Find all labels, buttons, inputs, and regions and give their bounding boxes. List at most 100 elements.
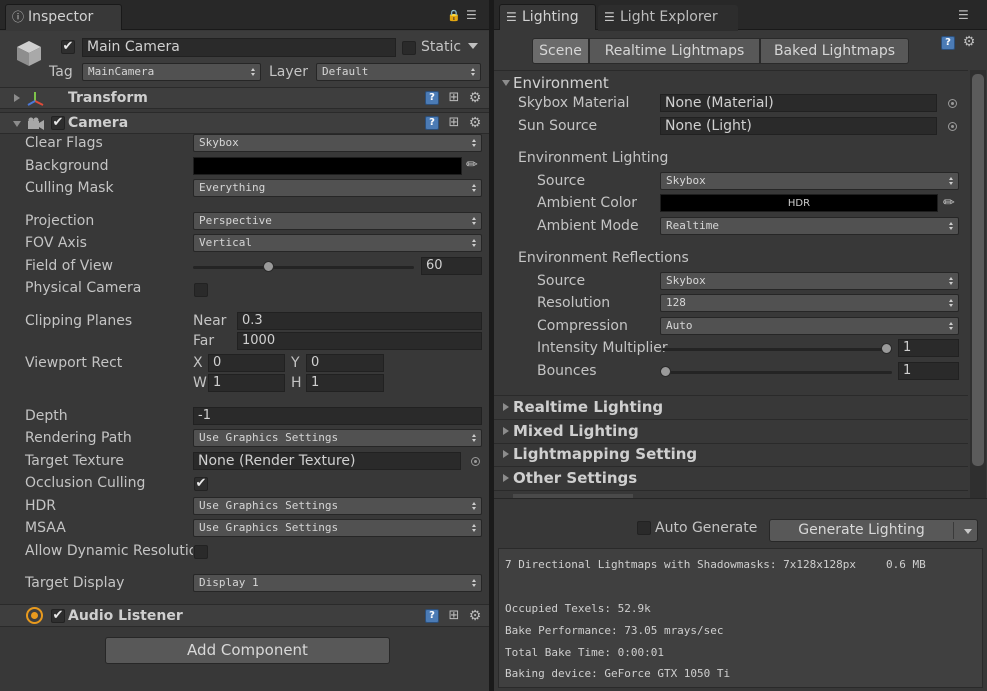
culling-mask-dropdown[interactable]: Everything <box>193 179 482 197</box>
bounces-slider-handle[interactable] <box>660 366 671 377</box>
viewport-rect-label: Viewport Rect <box>25 355 123 371</box>
far-field[interactable]: 1000 <box>237 332 482 350</box>
panel-menu-icon[interactable]: ☰ <box>958 8 969 22</box>
generate-lighting-button[interactable]: Generate Lighting <box>769 519 978 542</box>
preset-sliders-icon[interactable]: ⊞ <box>447 609 461 623</box>
mixed-lighting-foldout-icon[interactable] <box>503 427 509 435</box>
mixed-lighting-title[interactable]: Mixed Lighting <box>513 421 639 441</box>
rendering-path-label: Rendering Path <box>25 430 132 446</box>
gear-icon[interactable]: ⚙ <box>962 35 976 49</box>
layer-dropdown[interactable]: Default <box>316 63 481 81</box>
msaa-dropdown[interactable]: Use Graphics Settings <box>193 519 482 537</box>
viewport-w-label: W <box>193 375 207 391</box>
near-field[interactable]: 0.3 <box>237 312 482 330</box>
intensity-slider-track[interactable] <box>662 348 892 351</box>
generate-lighting-label: Generate Lighting <box>798 522 925 538</box>
tag-dropdown[interactable]: MainCamera <box>82 63 261 81</box>
panel-menu-icon[interactable]: ☰ <box>466 8 477 22</box>
generate-lighting-dropdown-icon[interactable] <box>964 529 972 534</box>
camera-foldout-icon[interactable] <box>13 121 21 127</box>
camera-header[interactable]: ✔ Camera ? ⊞ ⚙ <box>0 112 489 134</box>
layer-label: Layer <box>269 64 309 80</box>
audio-listener-header[interactable]: ✔ Audio Listener ? ⊞ ⚙ <box>0 604 489 627</box>
fov-axis-dropdown[interactable]: Vertical <box>193 234 482 252</box>
occlusion-culling-checkbox[interactable]: ✔ <box>194 477 208 491</box>
auto-generate-checkbox[interactable] <box>637 521 651 535</box>
fov-slider-handle[interactable] <box>263 261 274 272</box>
preset-sliders-icon[interactable]: ⊞ <box>447 116 461 130</box>
lock-icon[interactable]: 🔒 <box>447 9 461 22</box>
camera-enabled-checkbox[interactable]: ✔ <box>51 116 65 130</box>
bounces-slider-track[interactable] <box>662 371 892 374</box>
gear-icon[interactable]: ⚙ <box>468 609 482 623</box>
total-bake-time: Total Bake Time: 0:00:01 <box>505 646 664 659</box>
tab-light-explorer[interactable]: ☰ Light Explorer <box>598 5 738 31</box>
fov-value-field[interactable]: 60 <box>421 257 482 275</box>
segment-scene[interactable]: Scene <box>532 38 589 64</box>
allow-dynamic-resolution-checkbox[interactable] <box>194 545 208 559</box>
transform-foldout-icon[interactable] <box>14 94 20 102</box>
depth-field[interactable]: -1 <box>193 407 482 425</box>
fov-slider-track[interactable] <box>193 266 414 269</box>
target-texture-field[interactable]: None (Render Texture) <box>193 452 461 470</box>
ambient-color-field[interactable]: HDR <box>660 194 938 212</box>
resolution-dropdown[interactable]: 128 <box>660 294 959 312</box>
intensity-value-field[interactable]: 1 <box>898 339 959 357</box>
target-display-dropdown[interactable]: Display 1 <box>193 574 482 592</box>
projection-dropdown[interactable]: Perspective <box>193 212 482 230</box>
object-picker-icon[interactable] <box>948 99 957 108</box>
gear-icon[interactable]: ⚙ <box>468 116 482 130</box>
environment-foldout-icon[interactable] <box>502 80 510 86</box>
env-source-dropdown[interactable]: Skybox <box>660 172 959 190</box>
transform-title: Transform <box>68 90 148 106</box>
tab-lighting[interactable]: ☰ Lighting <box>499 4 596 30</box>
tab-inspector[interactable]: ⓘ Inspector <box>5 4 122 30</box>
intensity-slider-handle[interactable] <box>881 343 892 354</box>
realtime-lighting-title[interactable]: Realtime Lighting <box>513 397 663 417</box>
viewport-x-field[interactable]: 0 <box>208 354 285 372</box>
sun-source-field[interactable]: None (Light) <box>660 117 937 135</box>
ambient-mode-dropdown[interactable]: Realtime <box>660 217 959 235</box>
eyedropper-icon[interactable]: ✏ <box>943 195 955 211</box>
gameobject-cube-icon <box>17 41 41 66</box>
realtime-lighting-foldout-icon[interactable] <box>503 403 509 411</box>
object-active-checkbox[interactable]: ✔ <box>61 40 75 54</box>
skybox-material-field[interactable]: None (Material) <box>660 94 937 112</box>
background-color-field[interactable] <box>193 157 462 175</box>
static-checkbox[interactable] <box>402 41 416 55</box>
help-icon[interactable]: ? <box>425 116 439 130</box>
segment-realtime-lightmaps[interactable]: Realtime Lightmaps <box>589 38 760 64</box>
clear-flags-dropdown[interactable]: Skybox <box>193 134 482 152</box>
lightmapping-settings-title[interactable]: Lightmapping Setting <box>513 444 697 464</box>
scrollbar-thumb[interactable] <box>972 74 984 466</box>
gear-icon[interactable]: ⚙ <box>468 91 482 105</box>
refl-source-dropdown[interactable]: Skybox <box>660 272 959 290</box>
add-component-button[interactable]: Add Component <box>105 637 390 664</box>
camera-icon <box>28 117 44 130</box>
rendering-path-dropdown[interactable]: Use Graphics Settings <box>193 429 482 447</box>
static-dropdown-icon[interactable] <box>468 43 478 49</box>
physical-camera-checkbox[interactable] <box>194 283 208 297</box>
help-icon[interactable]: ? <box>425 91 439 105</box>
help-icon[interactable]: ? <box>941 36 955 50</box>
sun-source-label: Sun Source <box>518 118 598 134</box>
lightmapping-settings-foldout-icon[interactable] <box>503 450 509 458</box>
segment-baked-lightmaps[interactable]: Baked Lightmaps <box>760 38 909 64</box>
hdr-dropdown[interactable]: Use Graphics Settings <box>193 497 482 515</box>
eyedropper-icon[interactable]: ✏ <box>466 157 478 173</box>
help-icon[interactable]: ? <box>425 609 439 623</box>
compression-dropdown[interactable]: Auto <box>660 317 959 335</box>
object-picker-icon[interactable] <box>948 122 957 131</box>
bounces-label: Bounces <box>537 363 597 379</box>
object-name-field[interactable]: Main Camera <box>82 38 396 57</box>
other-settings-foldout-icon[interactable] <box>503 474 509 482</box>
transform-header[interactable]: Transform ? ⊞ ⚙ <box>0 87 489 109</box>
preset-sliders-icon[interactable]: ⊞ <box>447 91 461 105</box>
bounces-value-field[interactable]: 1 <box>898 362 959 380</box>
object-picker-icon[interactable] <box>471 457 480 466</box>
viewport-h-field[interactable]: 1 <box>306 374 384 392</box>
other-settings-title[interactable]: Other Settings <box>513 468 637 488</box>
viewport-y-field[interactable]: 0 <box>306 354 384 372</box>
viewport-w-field[interactable]: 1 <box>208 374 285 392</box>
audio-listener-enabled-checkbox[interactable]: ✔ <box>51 609 65 623</box>
